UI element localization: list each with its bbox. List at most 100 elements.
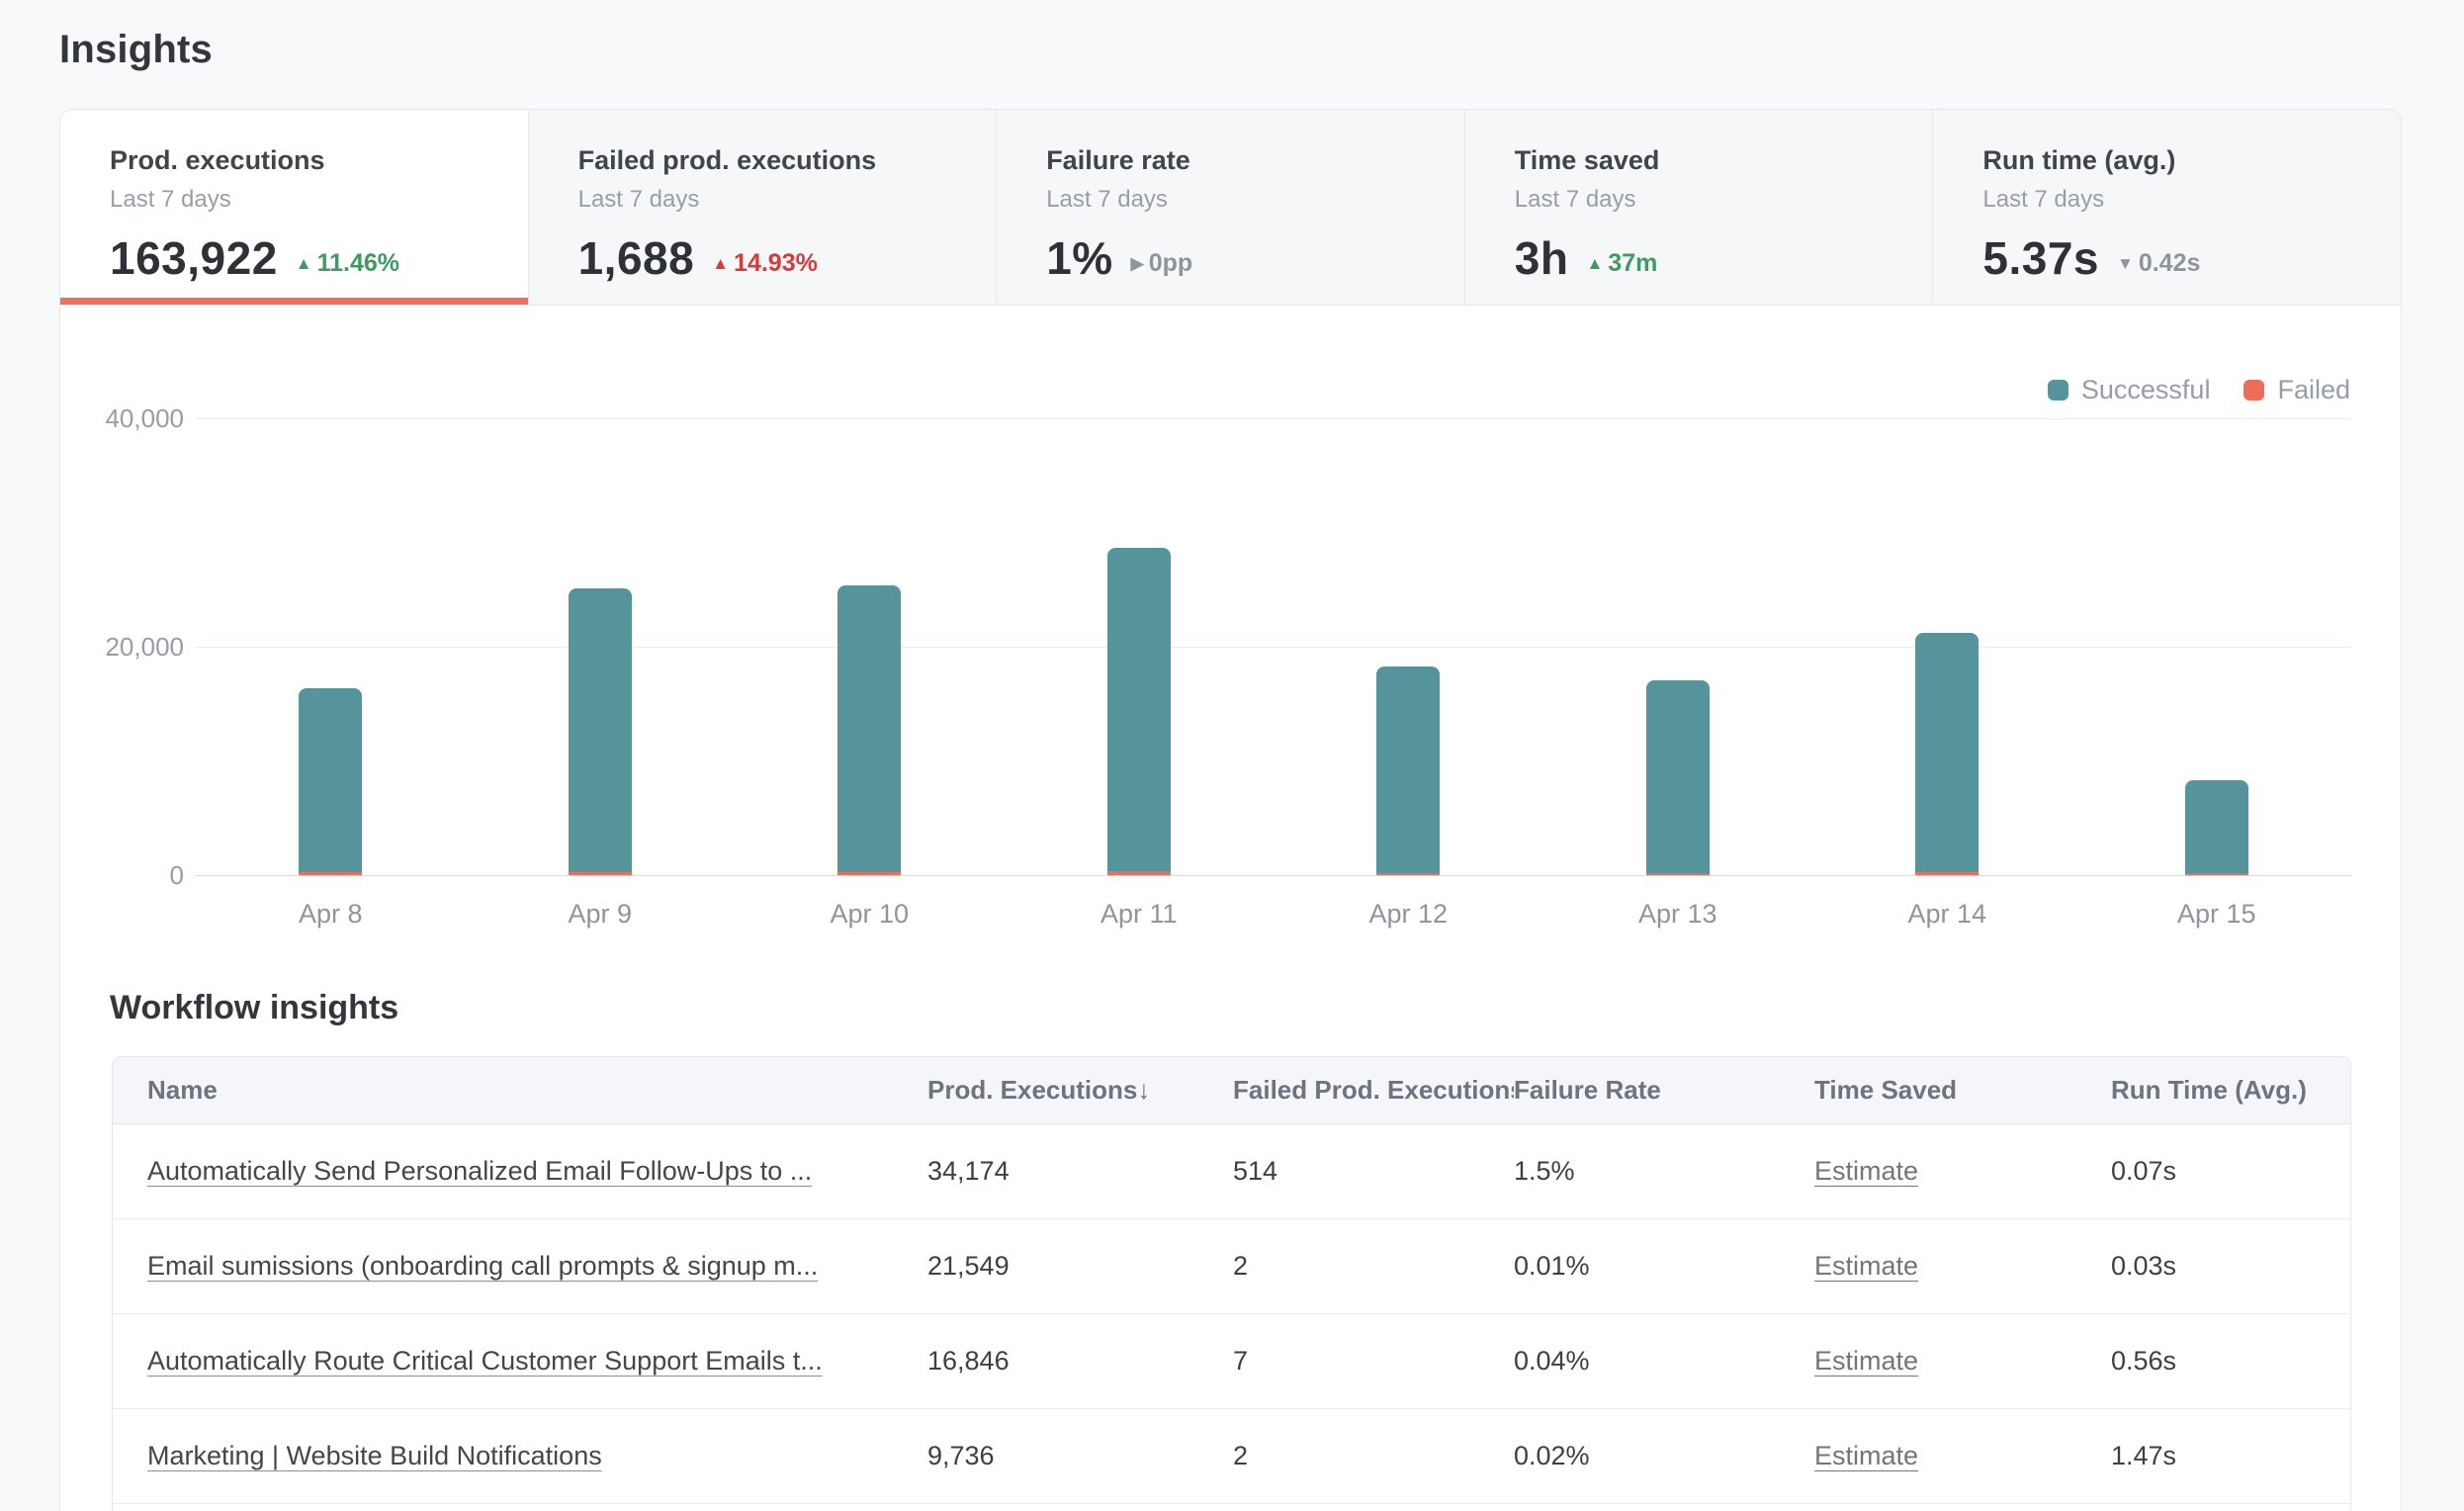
bar-apr-12-failed xyxy=(1376,873,1440,876)
bar-apr-11-failed xyxy=(1107,871,1171,875)
x-axis-tick: Apr 12 xyxy=(1299,899,1517,930)
cell-failed-prod-executions: 7 xyxy=(1233,1346,1514,1377)
workflow-name-link[interactable]: Automatically Route Critical Customer Su… xyxy=(147,1346,823,1376)
legend-label: Successful xyxy=(2081,375,2211,405)
kpi-value: 163,922 xyxy=(110,231,278,285)
cell-failure-rate: 0.04% xyxy=(1514,1346,1814,1377)
workflow-name-link[interactable]: Automatically Send Personalized Email Fo… xyxy=(147,1156,812,1186)
kpi-delta-text: 0pp xyxy=(1149,249,1192,278)
bar-apr-14-failed xyxy=(1915,872,1979,875)
legend-item-failed[interactable]: Failed xyxy=(2244,375,2350,405)
kpi-label: Failure rate xyxy=(1046,145,1417,176)
table-body: Automatically Send Personalized Email Fo… xyxy=(113,1124,2350,1504)
kpi-period: Last 7 days xyxy=(1982,186,2353,214)
estimate-link[interactable]: Estimate xyxy=(1814,1441,1918,1470)
kpi-delta-up: ▲11.46% xyxy=(296,249,399,278)
bar-apr-13-failed xyxy=(1646,873,1710,875)
gridline-0 xyxy=(196,875,2351,876)
table-row: Marketing | Website Build Notifications 9… xyxy=(113,1409,2350,1504)
column-header-label: Run Time (Avg.) xyxy=(2111,1075,2307,1105)
cell-prod-executions: 21,549 xyxy=(927,1251,1233,1282)
insights-page: Insights Prod. executionsLast 7 days163,… xyxy=(0,0,2464,1511)
kpi-value-row: 5.37s ▼ 0.42s xyxy=(1982,231,2353,285)
kpi-period: Last 7 days xyxy=(578,186,949,214)
column-header-label: Prod. Executions xyxy=(927,1075,1137,1105)
cell-run-time-avg: 0.56s xyxy=(2111,1346,2350,1377)
column-header-failed-prod-executions[interactable]: Failed Prod. Executions xyxy=(1233,1075,1514,1106)
estimate-link[interactable]: Estimate xyxy=(1814,1346,1918,1376)
bar-apr-10-successful xyxy=(837,585,901,872)
column-header-run-time-avg-[interactable]: Run Time (Avg.) xyxy=(2111,1075,2350,1106)
cell-run-time-avg: 0.03s xyxy=(2111,1251,2350,1282)
workflow-insights-title: Workflow insights xyxy=(110,989,398,1027)
kpi-delta-text: 0.42s xyxy=(2139,249,2201,278)
column-header-failure-rate[interactable]: Failure Rate xyxy=(1514,1075,1814,1106)
cell-failed-prod-executions: 2 xyxy=(1233,1441,1514,1471)
kpi-value: 3h xyxy=(1515,231,1569,285)
column-header-label: Failed Prod. Executions xyxy=(1233,1075,1514,1105)
gridline-20000 xyxy=(196,647,2351,648)
cell-time-saved: Estimate xyxy=(1814,1156,2111,1187)
cell-prod-executions: 9,736 xyxy=(927,1441,1233,1471)
table-header-row: Name Prod. Executions↓Failed Prod. Execut… xyxy=(113,1057,2350,1124)
cell-prod-executions: 34,174 xyxy=(927,1156,1233,1187)
workflow-insights-table: Name Prod. Executions↓Failed Prod. Execut… xyxy=(112,1056,2351,1511)
cell-failure-rate: 1.5% xyxy=(1514,1156,1814,1187)
column-header-label: Name xyxy=(147,1075,218,1105)
bar-apr-14-successful xyxy=(1915,633,1979,872)
kpi-card-time-saved[interactable]: Time savedLast 7 days3h▲37m xyxy=(1465,110,1934,305)
workflow-name-link[interactable]: Marketing | Website Build Notifications xyxy=(147,1441,602,1470)
delta-up-icon: ▲ xyxy=(296,255,312,272)
x-axis-tick: Apr 10 xyxy=(760,899,978,930)
bar-apr-13-successful xyxy=(1646,680,1710,873)
column-header-time-saved[interactable]: Time Saved xyxy=(1814,1075,2111,1106)
cell-failed-prod-executions: 2 xyxy=(1233,1251,1514,1282)
column-header-name[interactable]: Name xyxy=(147,1075,927,1106)
delta-down-icon: ▼ xyxy=(2117,255,2134,272)
cell-failure-rate: 0.01% xyxy=(1514,1251,1814,1282)
cell-time-saved: Estimate xyxy=(1814,1441,2111,1471)
kpi-selected-underline xyxy=(60,298,528,305)
kpi-delta-up: ▲37m xyxy=(1586,249,1657,278)
workflow-name-link[interactable]: Email sumissions (onboarding call prompt… xyxy=(147,1251,818,1281)
delta-up-icon: ▲ xyxy=(712,255,729,272)
legend-item-successful[interactable]: Successful xyxy=(2048,375,2211,405)
gridline-40000 xyxy=(196,418,2351,419)
x-axis-tick: Apr 13 xyxy=(1569,899,1787,930)
cell-time-saved: Estimate xyxy=(1814,1251,2111,1282)
kpi-delta-down: ▼ 0.42s xyxy=(2117,249,2200,278)
executions-chart: SuccessfulFailed 40,00020,0000Apr 8Apr 9… xyxy=(60,306,2401,950)
legend-swatch-icon xyxy=(2048,380,2068,400)
bar-apr-11-successful xyxy=(1107,548,1171,871)
column-header-prod-executions[interactable]: Prod. Executions↓ xyxy=(927,1075,1233,1106)
kpi-value-row: 3h ▲37m xyxy=(1515,231,1886,285)
estimate-link[interactable]: Estimate xyxy=(1814,1251,1918,1281)
kpi-card-failed-prod-executions[interactable]: Failed prod. executions Last 7 days 1,688 ▲… xyxy=(529,110,998,305)
estimate-link[interactable]: Estimate xyxy=(1814,1156,1918,1186)
cell-run-time-avg: 1.47s xyxy=(2111,1441,2350,1471)
kpi-summary-row: Prod. executions Last 7 days 163,922 ▲11.46… xyxy=(60,110,2401,306)
kpi-value: 5.37s xyxy=(1982,231,2099,285)
x-axis-tick: Apr 8 xyxy=(221,899,439,930)
bar-apr-12-successful xyxy=(1376,667,1440,873)
cell-name: Automatically Send Personalized Email Fo… xyxy=(147,1156,927,1187)
kpi-label: Failed prod. executions xyxy=(578,145,949,176)
kpi-delta-up: ▲ 14.93% xyxy=(712,249,818,278)
delta-neutral-icon: ▶ xyxy=(1131,255,1144,272)
bar-apr-8-failed xyxy=(299,872,362,875)
cell-prod-executions: 16,846 xyxy=(927,1346,1233,1377)
kpi-label: Prod. executions xyxy=(110,145,481,176)
kpi-card-failure-rate[interactable]: Failure rateLast 7 days1%▶0pp xyxy=(997,110,1465,305)
kpi-card-run-time-avg[interactable]: Run time (avg.) Last 7 days 5.37s ▼ 0.42s xyxy=(1933,110,2401,305)
kpi-value: 1,688 xyxy=(578,231,695,285)
cell-failed-prod-executions: 514 xyxy=(1233,1156,1514,1187)
table-row: Automatically Route Critical Customer Su… xyxy=(113,1314,2350,1409)
kpi-label: Time saved xyxy=(1515,145,1886,176)
kpi-card-prod-executions[interactable]: Prod. executionsLast 7 days163,922▲11.46… xyxy=(60,110,529,305)
kpi-period: Last 7 days xyxy=(1046,186,1417,214)
kpi-label: Run time (avg.) xyxy=(1982,145,2353,176)
cell-run-time-avg: 0.07s xyxy=(2111,1156,2350,1187)
kpi-delta-text: 14.93% xyxy=(734,249,818,278)
x-axis-tick: Apr 11 xyxy=(1030,899,1248,930)
column-header-label: Time Saved xyxy=(1814,1075,1957,1105)
